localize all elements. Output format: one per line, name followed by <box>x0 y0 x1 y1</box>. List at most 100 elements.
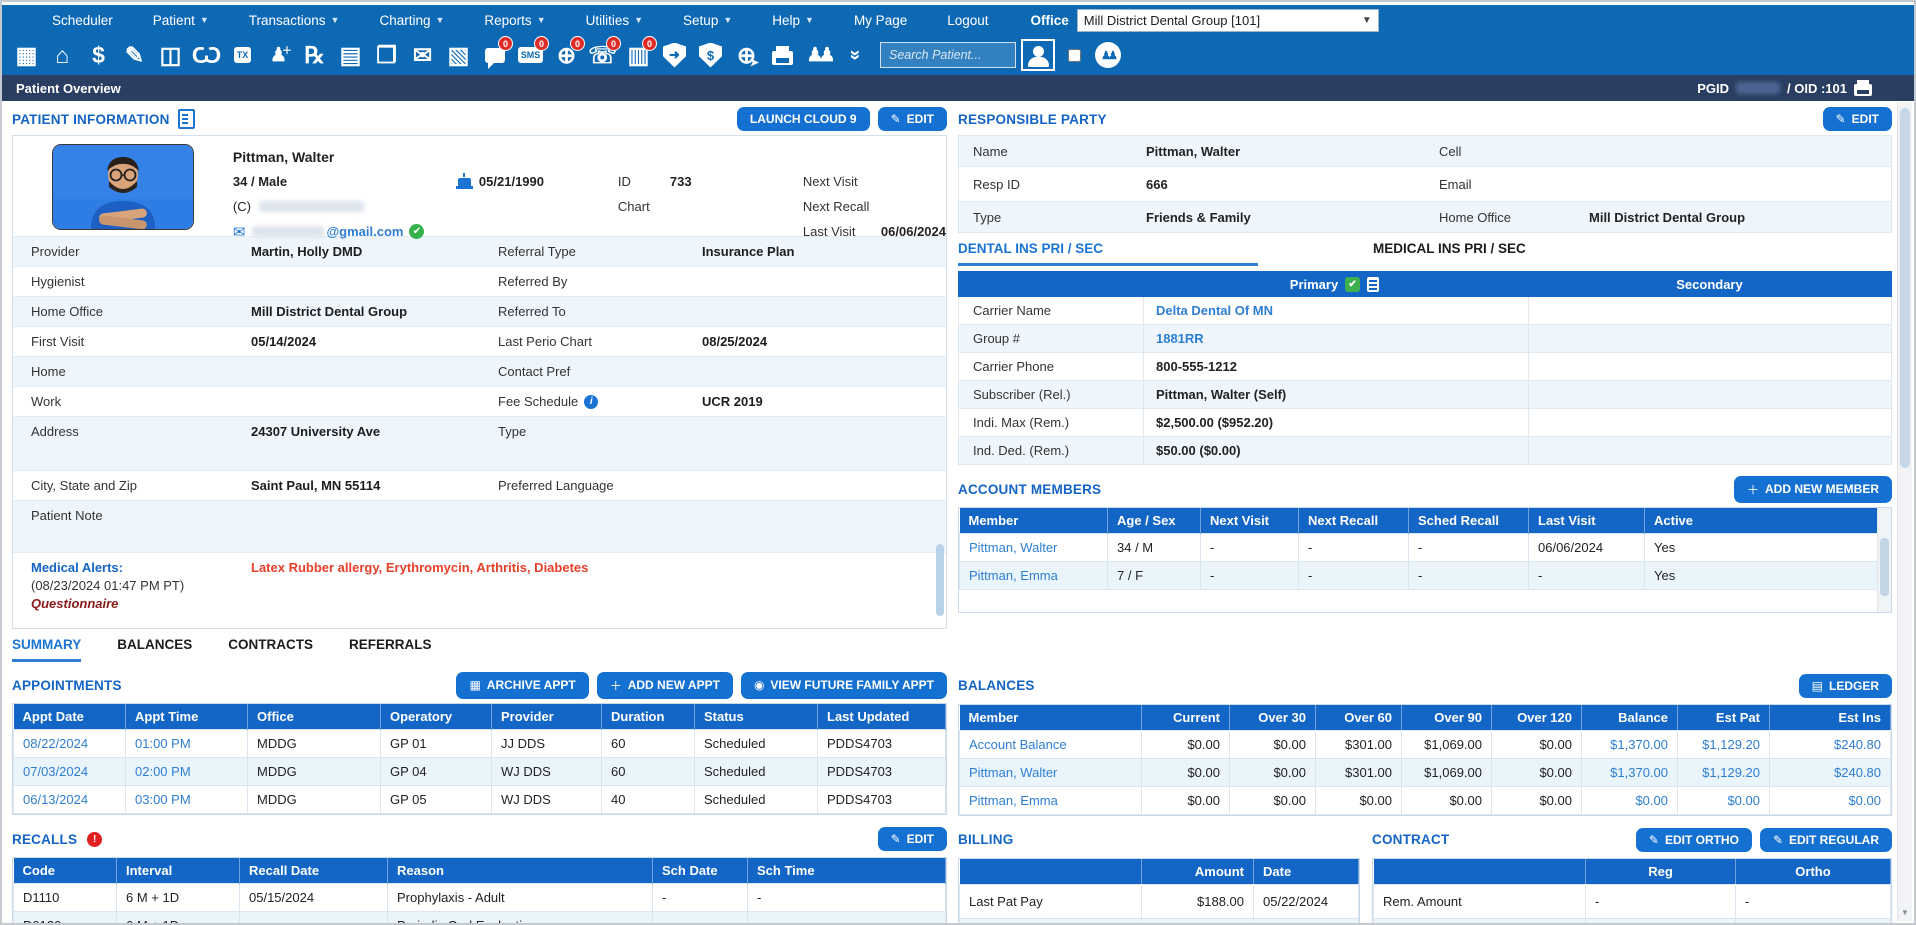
treatment-planner-icon[interactable]: ✎ <box>118 39 151 71</box>
scroll-down-arrow-icon[interactable]: ▼ <box>1898 908 1912 917</box>
menu-scheduler[interactable]: Scheduler <box>32 13 133 28</box>
column-header[interactable]: Est Pat <box>1678 705 1770 731</box>
member-name-link[interactable]: Pittman, Walter <box>960 534 1108 562</box>
insurance-doc-icon[interactable] <box>1367 277 1379 292</box>
balance-member-link[interactable]: Pittman, Walter <box>960 758 1142 786</box>
verified-check-icon[interactable]: ✔ <box>1345 277 1360 292</box>
column-header[interactable]: Sched Recall <box>1409 508 1529 534</box>
home-icon[interactable]: ⌂ <box>46 39 79 71</box>
edit-ortho-button[interactable]: ✎EDIT ORTHO <box>1636 828 1752 852</box>
family-icon[interactable]: ♟♟ <box>802 39 835 71</box>
patient-search-button[interactable] <box>1021 39 1055 71</box>
online-booking-icon[interactable]: ⊕➤ <box>730 39 763 71</box>
patient-photo[interactable] <box>52 144 194 230</box>
column-header[interactable]: Over 30 <box>1230 705 1316 731</box>
edit-patient-button[interactable]: ✎EDIT <box>878 107 947 131</box>
view-future-family-appt-button[interactable]: ◉VIEW FUTURE FAMILY APPT <box>741 672 947 699</box>
print-icon[interactable] <box>766 39 799 71</box>
column-header[interactable]: Sch Time <box>748 858 946 884</box>
column-header[interactable]: Est Ins <box>1770 705 1891 731</box>
call-back-icon[interactable]: ☏0 <box>586 39 619 71</box>
column-header[interactable]: Interval <box>117 858 240 884</box>
balance-amount-link[interactable]: $1,370.00 <box>1582 758 1678 786</box>
column-header[interactable]: Over 90 <box>1402 705 1492 731</box>
column-header[interactable]: Ortho <box>1736 859 1891 885</box>
appt-time-link[interactable]: 03:00 PM <box>126 786 248 814</box>
page-scrollbar[interactable]: ▼ <box>1897 102 1912 921</box>
column-header[interactable]: Member <box>960 705 1142 731</box>
balance-member-link[interactable]: Pittman, Emma <box>960 786 1142 814</box>
column-header[interactable]: Amount <box>1142 859 1254 885</box>
family-search-icon[interactable]: ♟♟ <box>1095 42 1121 68</box>
sms-icon[interactable]: SMS0 <box>514 39 547 71</box>
menu-my-page[interactable]: My Page <box>834 13 927 28</box>
column-header[interactable]: Date <box>1254 859 1359 885</box>
balance-amount-link[interactable]: $0.00 <box>1582 786 1678 814</box>
appt-date-link[interactable]: 06/13/2024 <box>14 786 126 814</box>
clinical-notes-icon[interactable]: ▤ <box>334 39 367 71</box>
column-header[interactable]: Next Visit <box>1201 508 1299 534</box>
tooth-chart-icon[interactable]: Ѡ <box>190 39 223 71</box>
add-new-member-button[interactable]: ＋ADD NEW MEMBER <box>1734 476 1892 503</box>
reports-due-icon[interactable]: ▥0 <box>622 39 655 71</box>
add-new-appt-button[interactable]: ＋ADD NEW APPT <box>597 672 733 699</box>
column-header[interactable]: Member <box>960 508 1108 534</box>
tab-balances[interactable]: BALANCES <box>117 637 192 659</box>
info-icon[interactable]: i <box>584 395 598 409</box>
column-header[interactable]: Status <box>695 704 818 730</box>
documents-icon[interactable]: ❐ <box>370 39 403 71</box>
column-header[interactable]: Balance <box>1582 705 1678 731</box>
column-header[interactable]: Last Updated <box>818 704 946 730</box>
menu-setup[interactable]: Setup▼ <box>663 13 752 28</box>
medical-alerts-source[interactable]: Questionnaire <box>31 596 251 611</box>
est-pat-link[interactable]: $0.00 <box>1678 786 1770 814</box>
ledger-button[interactable]: ▤LEDGER <box>1799 674 1892 698</box>
collapse-toolbar-icon[interactable]: » <box>839 39 871 72</box>
menu-transactions[interactable]: Transactions▼ <box>229 13 360 28</box>
print-page-icon[interactable] <box>1854 84 1872 96</box>
column-header[interactable]: Sch Date <box>653 858 748 884</box>
tx-plans-icon[interactable]: TX <box>226 39 259 71</box>
column-header[interactable]: Operatory <box>381 704 492 730</box>
appt-date-link[interactable]: 08/22/2024 <box>14 730 126 758</box>
column-header[interactable]: Code <box>14 858 117 884</box>
edit-recalls-button[interactable]: ✎EDIT <box>878 827 947 851</box>
menu-logout[interactable]: Logout <box>927 13 1008 28</box>
column-header[interactable]: Duration <box>602 704 695 730</box>
members-scrollbar-thumb[interactable] <box>1880 538 1889 596</box>
archive-appt-button[interactable]: ▦ARCHIVE APPT <box>456 672 588 699</box>
tab-summary[interactable]: SUMMARY <box>12 637 81 662</box>
launch-cloud9-button[interactable]: LAUNCH CLOUD 9 <box>737 107 870 131</box>
column-header[interactable]: Reason <box>388 858 653 884</box>
balance-amount-link[interactable]: $1,370.00 <box>1582 730 1678 758</box>
column-header[interactable]: Last Visit <box>1529 508 1645 534</box>
panel-scrollbar-thumb[interactable] <box>936 544 944 616</box>
forms-icon[interactable]: ▧ <box>442 39 475 71</box>
perio-chart-icon[interactable]: ◫ <box>154 39 187 71</box>
appt-date-link[interactable]: 07/03/2024 <box>14 758 126 786</box>
est-pat-link[interactable]: $1,129.20 <box>1678 730 1770 758</box>
menu-charting[interactable]: Charting▼ <box>359 13 464 28</box>
column-header[interactable]: Age / Sex <box>1108 508 1201 534</box>
search-patient-input[interactable] <box>880 42 1016 68</box>
balance-member-link[interactable]: Account Balance <box>960 730 1142 758</box>
menu-utilities[interactable]: Utilities▼ <box>566 13 663 28</box>
est-ins-link[interactable]: $0.00 <box>1770 786 1891 814</box>
referrals-icon[interactable]: ➜ <box>658 39 691 71</box>
search-filter-checkbox[interactable] <box>1068 49 1081 62</box>
edit-responsible-party-button[interactable]: ✎EDIT <box>1823 107 1892 131</box>
column-header[interactable]: Current <box>1142 705 1230 731</box>
group-number-link[interactable]: 1881RR <box>1143 325 1528 352</box>
menu-help[interactable]: Help▼ <box>752 13 834 28</box>
column-header[interactable]: Appt Date <box>14 704 126 730</box>
web-activity-icon[interactable]: ⊕0 <box>550 39 583 71</box>
member-name-link[interactable]: Pittman, Emma <box>960 562 1108 590</box>
est-ins-link[interactable]: $240.80 <box>1770 758 1891 786</box>
column-header[interactable]: Recall Date <box>240 858 388 884</box>
mail-icon[interactable]: ✉ <box>406 39 439 71</box>
est-pat-link[interactable]: $1,129.20 <box>1678 758 1770 786</box>
column-header[interactable]: Over 120 <box>1492 705 1582 731</box>
page-scrollbar-thumb[interactable] <box>1900 108 1910 468</box>
est-ins-link[interactable]: $240.80 <box>1770 730 1891 758</box>
medical-alerts-label[interactable]: Medical Alerts: <box>31 560 251 575</box>
